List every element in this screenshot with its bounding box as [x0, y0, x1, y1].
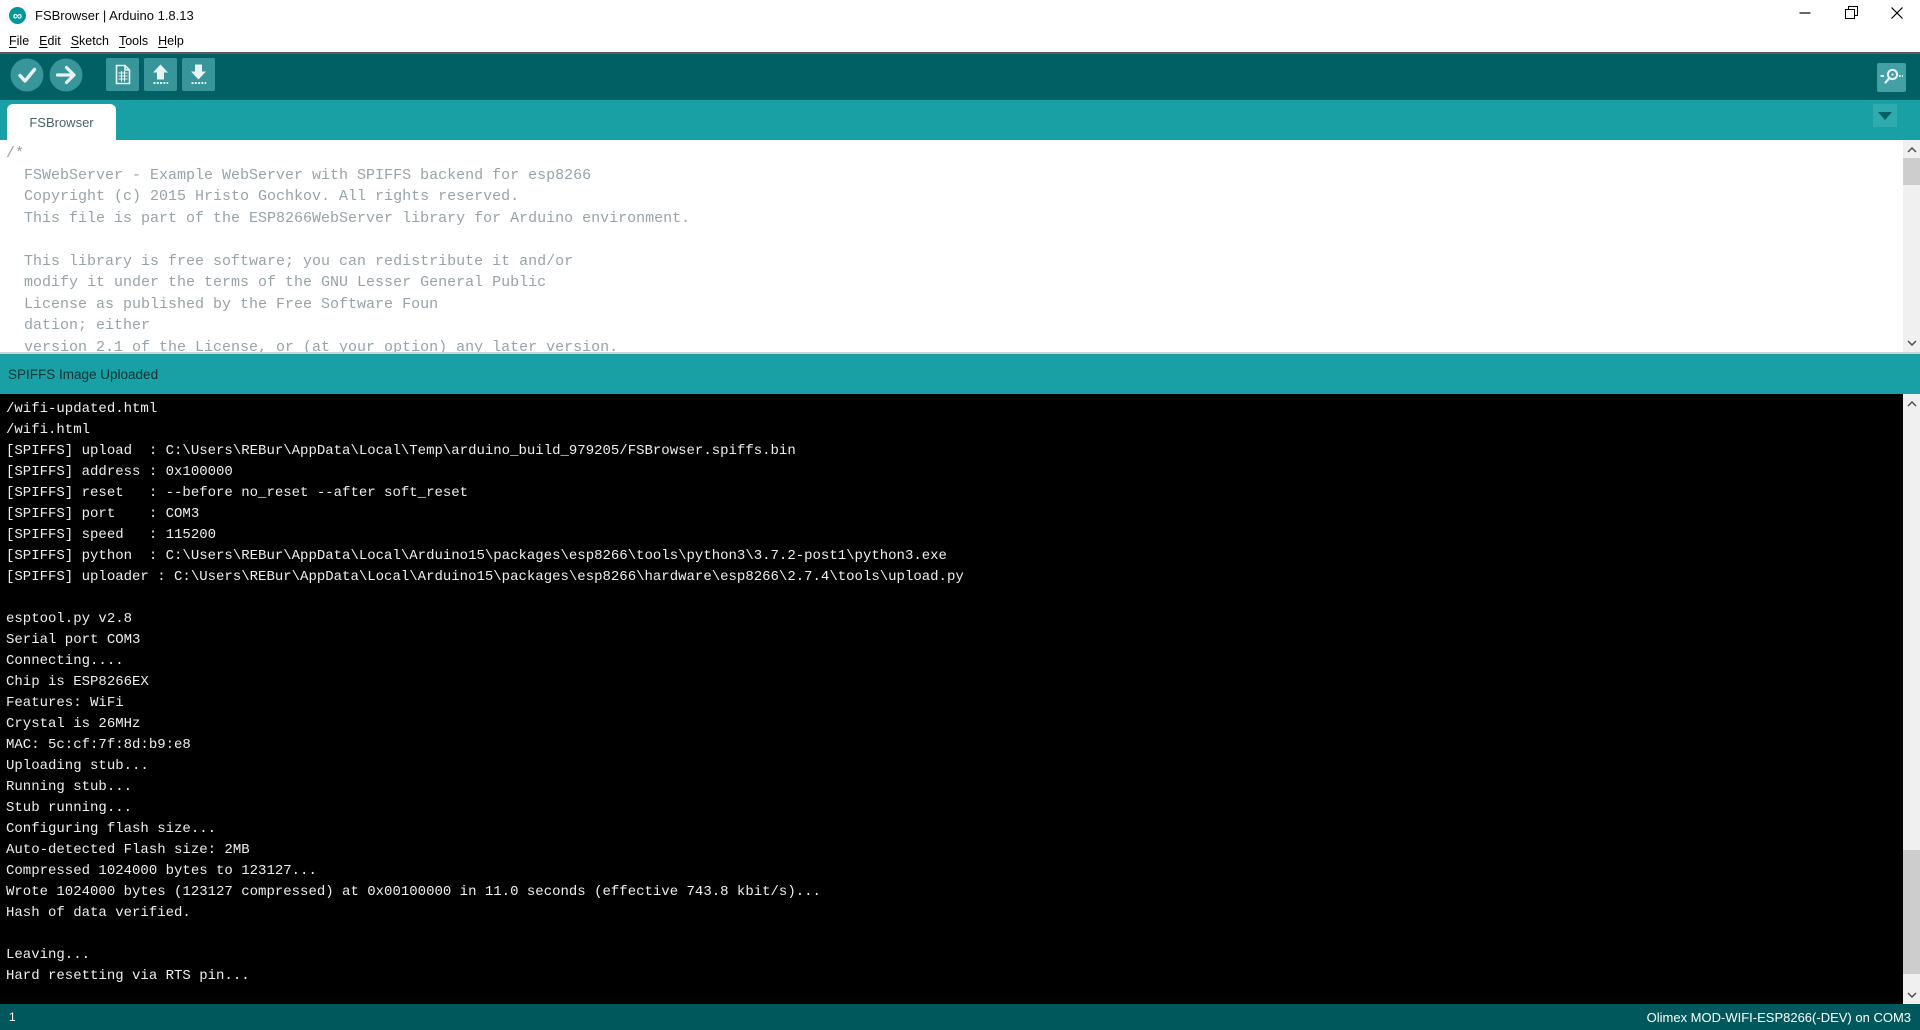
tab-bar: FSBrowser	[0, 100, 1920, 140]
restore-icon	[1845, 6, 1858, 24]
line-number: 1	[9, 1010, 16, 1024]
console-line: /wifi-updated.html	[6, 399, 1920, 420]
console-line: [SPIFFS] speed : 115200	[6, 525, 1920, 546]
console-line: [SPIFFS] reset : --before no_reset --aft…	[6, 483, 1920, 504]
menu-item[interactable]: Sketch	[66, 34, 114, 48]
console-line: /wifi.html	[6, 420, 1920, 441]
toolbar	[0, 52, 1920, 100]
save-icon	[182, 58, 215, 96]
status-message: SPIFFS Image Uploaded	[8, 367, 158, 382]
tab-list-dropdown-button[interactable]	[1873, 104, 1897, 127]
arduino-infinity-icon: ∞	[9, 7, 26, 24]
console-scrollbar-thumb[interactable]	[1903, 850, 1920, 974]
code-line: FSWebServer - Example WebServer with SPI…	[6, 165, 1920, 187]
status-message-bar: SPIFFS Image Uploaded	[0, 352, 1920, 394]
editor-scrollbar[interactable]	[1903, 140, 1920, 352]
console-line: Leaving...	[6, 945, 1920, 966]
console-text: /wifi-updated.html/wifi.html[SPIFFS] upl…	[0, 394, 1920, 987]
console-line: Crystal is 26MHz	[6, 714, 1920, 735]
menu-item[interactable]: File	[4, 34, 34, 48]
scroll-down-icon[interactable]	[1903, 986, 1920, 1003]
menu-item[interactable]: Edit	[34, 34, 66, 48]
window-title: FSBrowser | Arduino 1.8.13	[35, 8, 194, 23]
open-button[interactable]	[144, 58, 177, 96]
menu-item[interactable]: Tools	[114, 34, 153, 48]
open-icon	[144, 58, 177, 96]
save-button[interactable]	[182, 58, 215, 96]
restore-button[interactable]	[1828, 0, 1874, 30]
console-line	[6, 924, 1920, 945]
editor-scrollbar-thumb[interactable]	[1903, 158, 1920, 185]
console-line: [SPIFFS] port : COM3	[6, 504, 1920, 525]
console-line: [SPIFFS] uploader : C:\Users\REBur\AppDa…	[6, 567, 1920, 588]
serial-monitor-button[interactable]	[1877, 63, 1906, 97]
scroll-down-icon[interactable]	[1903, 334, 1920, 351]
console-line: MAC: 5c:cf:7f:8d:b9:e8	[6, 735, 1920, 756]
console-output[interactable]: /wifi-updated.html/wifi.html[SPIFFS] upl…	[0, 394, 1920, 1004]
console-line: Uploading stub...	[6, 756, 1920, 777]
close-icon	[1891, 6, 1903, 24]
code-line: /*	[6, 143, 1920, 165]
serial-monitor-icon	[1877, 63, 1906, 97]
console-line: Auto-detected Flash size: 2MB	[6, 840, 1920, 861]
code-line: Copyright (c) 2015 Hristo Gochkov. All r…	[6, 186, 1920, 208]
verify-button[interactable]	[10, 58, 44, 97]
upload-button[interactable]	[49, 58, 83, 97]
console-line: Hard resetting via RTS pin...	[6, 966, 1920, 987]
menu-bar: FileEditSketchToolsHelp	[0, 30, 1920, 52]
minimize-button[interactable]	[1782, 0, 1828, 30]
code-line: modify it under the terms of the GNU Les…	[6, 272, 1920, 294]
code-editor[interactable]: /* FSWebServer - Example WebServer with …	[0, 140, 1920, 352]
code-text: /* FSWebServer - Example WebServer with …	[0, 140, 1920, 352]
status-bar: 1 Olimex MOD-WIFI-ESP8266(-DEV) on COM3	[0, 1004, 1920, 1030]
new-sketch-button[interactable]	[106, 58, 139, 96]
console-line: Wrote 1024000 bytes (123127 compressed) …	[6, 882, 1920, 903]
board-port-info: Olimex MOD-WIFI-ESP8266(-DEV) on COM3	[1647, 1010, 1911, 1025]
console-line: [SPIFFS] upload : C:\Users\REBur\AppData…	[6, 441, 1920, 462]
window-controls	[1782, 0, 1920, 30]
console-line: [SPIFFS] address : 0x100000	[6, 462, 1920, 483]
console-line: Connecting....	[6, 651, 1920, 672]
tab-label: FSBrowser	[29, 115, 93, 130]
console-line: Configuring flash size...	[6, 819, 1920, 840]
minimize-icon	[1799, 6, 1811, 24]
code-line: dation; either	[6, 315, 1920, 337]
console-scrollbar[interactable]	[1903, 394, 1920, 1004]
title-bar: ∞ FSBrowser | Arduino 1.8.13	[0, 0, 1920, 30]
scroll-up-icon[interactable]	[1903, 395, 1920, 412]
upload-icon	[49, 58, 83, 97]
menu-item[interactable]: Help	[153, 34, 189, 48]
console-line: Chip is ESP8266EX	[6, 672, 1920, 693]
code-line: This file is part of the ESP8266WebServe…	[6, 208, 1920, 230]
console-line: esptool.py v2.8	[6, 609, 1920, 630]
scroll-up-icon[interactable]	[1903, 141, 1920, 158]
arduino-ide-window: ∞ FSBrowser | Arduino 1.8.13	[0, 0, 1920, 1030]
console-line	[6, 588, 1920, 609]
code-line	[6, 229, 1920, 251]
code-line: License as published by the Free Softwar…	[6, 294, 1920, 316]
new-sketch-icon	[106, 58, 139, 96]
close-button[interactable]	[1874, 0, 1920, 30]
console-line: Running stub...	[6, 777, 1920, 798]
console-line: Compressed 1024000 bytes to 123127...	[6, 861, 1920, 882]
console-line: Stub running...	[6, 798, 1920, 819]
console-line: Serial port COM3	[6, 630, 1920, 651]
verify-icon	[10, 58, 44, 97]
code-line: version 2.1 of the License, or (at your …	[6, 337, 1920, 353]
console-line: [SPIFFS] python : C:\Users\REBur\AppData…	[6, 546, 1920, 567]
code-line: This library is free software; you can r…	[6, 251, 1920, 273]
tab-list-dropdown-icon	[1878, 112, 1892, 120]
console-line: Hash of data verified.	[6, 903, 1920, 924]
tab-fsbrowser[interactable]: FSBrowser	[7, 104, 116, 140]
console-line: Features: WiFi	[6, 693, 1920, 714]
